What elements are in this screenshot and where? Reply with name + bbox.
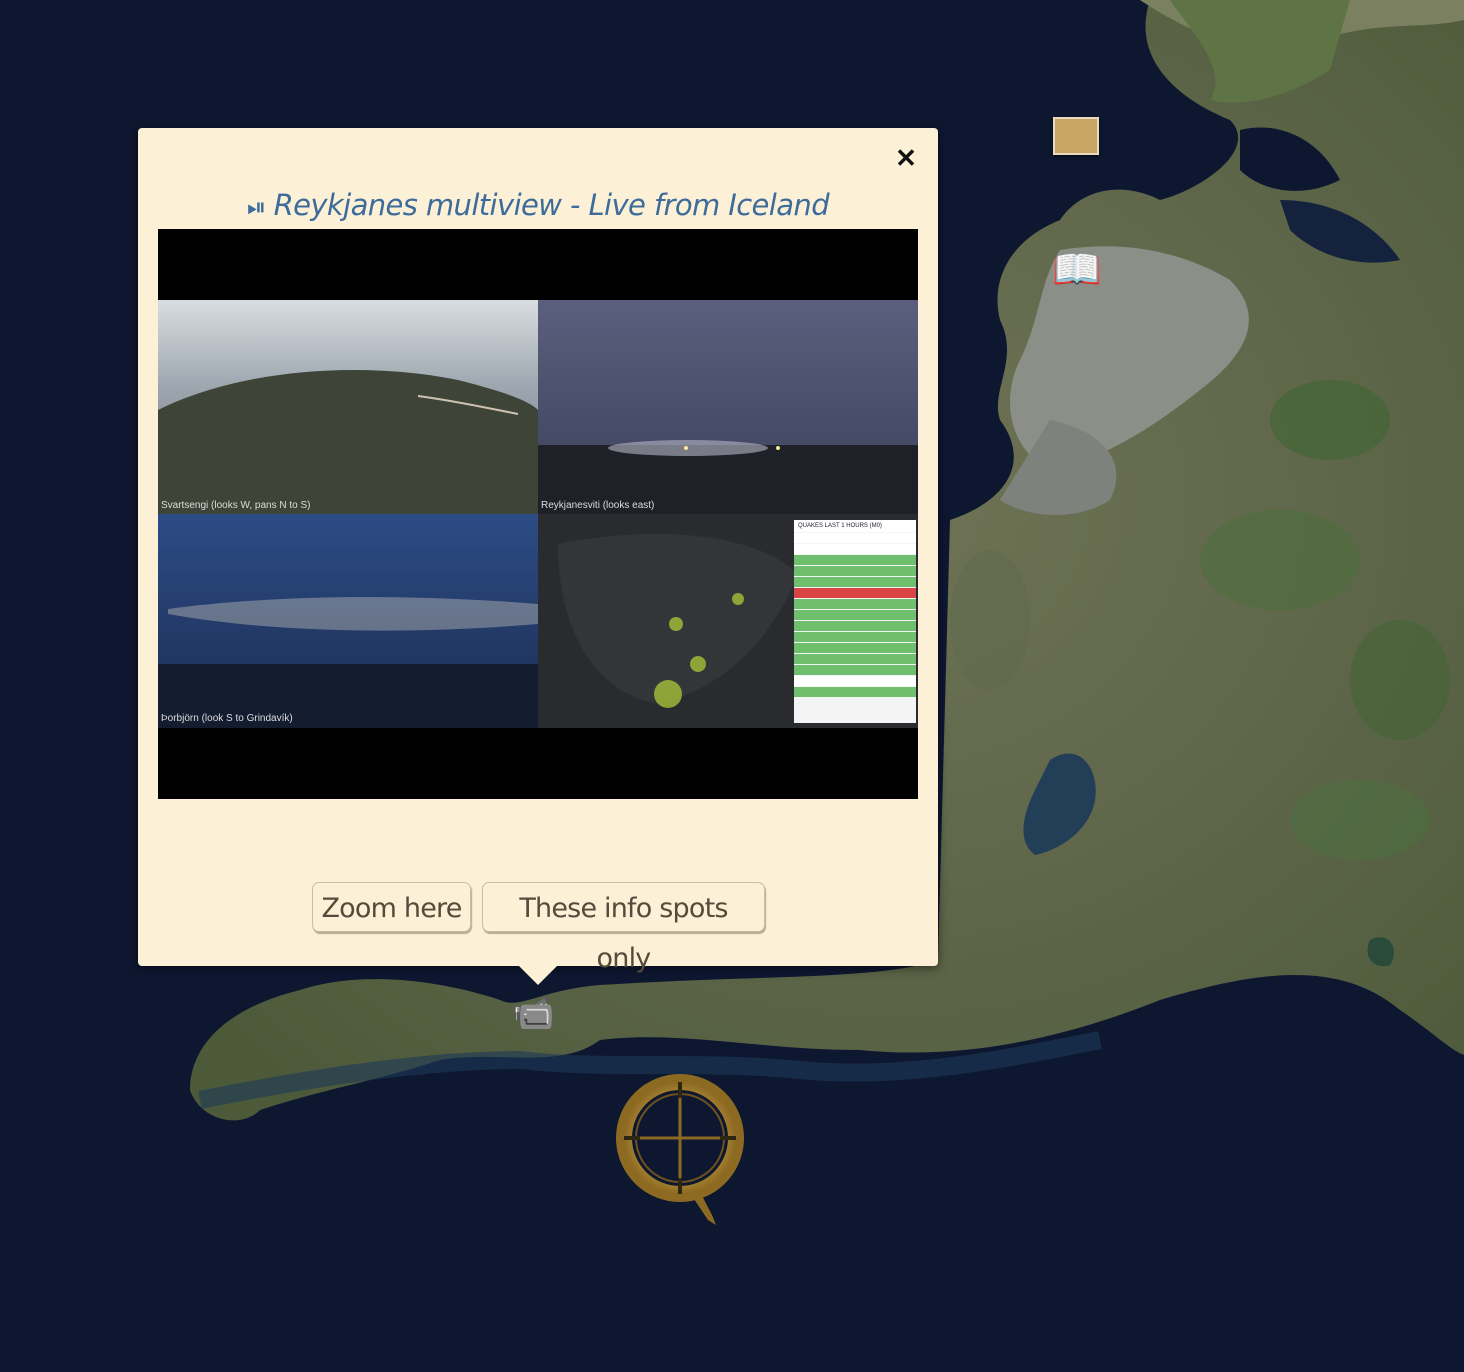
video-panel-reykjanesviti bbox=[538, 300, 918, 514]
camera-label: Reykjanesviti (looks east) bbox=[541, 500, 655, 511]
video-panel-svartsengi bbox=[158, 300, 538, 514]
video-panel-thorbjorn bbox=[158, 514, 538, 728]
camera-label: Svartsengi (looks W, pans N to S) bbox=[161, 500, 311, 511]
quake-table: QUAKES LAST 1 HOURS (M0) bbox=[794, 520, 916, 723]
video-camera-marker-icon[interactable]: 📹 bbox=[512, 994, 554, 1032]
info-popup: ✕ ⏯ Reykjanes multiview - Live from Icela… bbox=[138, 128, 938, 974]
play-pause-icon: ⏯ bbox=[246, 193, 266, 221]
compass-ring-icon[interactable] bbox=[612, 1070, 748, 1230]
popup-tip bbox=[518, 965, 558, 985]
camera-label: Þorbjörn (look S to Grindavík) bbox=[161, 713, 293, 724]
popup-title-text[interactable]: Reykjanes multiview - Live from Iceland bbox=[274, 188, 830, 222]
popup-title[interactable]: ⏯ Reykjanes multiview - Live from Iceland bbox=[138, 188, 938, 222]
zoom-here-button[interactable]: Zoom here bbox=[312, 882, 471, 932]
map-tile-marker-icon[interactable] bbox=[1053, 117, 1099, 155]
info-spots-only-button[interactable]: These info spots only bbox=[482, 882, 765, 974]
video-player[interactable]: QUAKES LAST 1 HOURS (M0) Svartsengi (loo… bbox=[158, 229, 918, 799]
book-marker-icon[interactable]: 📖 bbox=[1052, 248, 1102, 292]
close-icon[interactable]: ✕ bbox=[890, 142, 922, 174]
